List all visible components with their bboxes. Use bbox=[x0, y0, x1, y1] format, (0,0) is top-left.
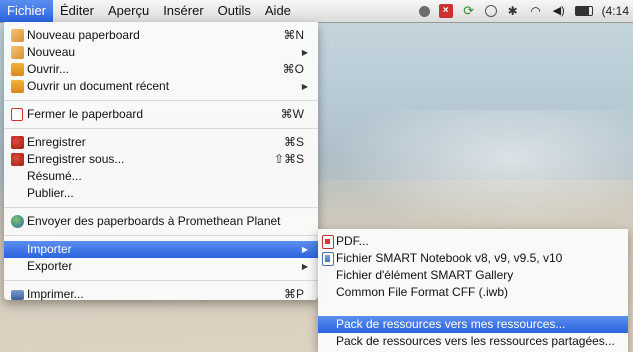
pdf-file-icon bbox=[322, 235, 334, 249]
submenu-item-smart-gallery[interactable]: Fichier d'élément SMART Gallery bbox=[318, 267, 628, 284]
menu-aide[interactable]: Aide bbox=[258, 0, 298, 22]
submenu-arrow-icon: ▶ bbox=[301, 48, 308, 57]
submenu-item-pack-shared-resources[interactable]: Pack de ressources vers les ressources p… bbox=[318, 333, 628, 350]
folder-icon bbox=[11, 80, 24, 93]
save-icon bbox=[11, 136, 24, 149]
volume-icon[interactable]: ◀︎) bbox=[552, 4, 566, 18]
menu-item-label: Envoyer des paperboards à Promethean Pla… bbox=[27, 214, 281, 228]
submenu-item-pdf[interactable]: PDF... bbox=[318, 233, 628, 250]
menu-item-label: Pack de ressources vers les ressources p… bbox=[336, 334, 615, 348]
menu-item-label: Pack de ressources vers mes ressources..… bbox=[336, 317, 566, 331]
menu-item-publish[interactable]: Publier... bbox=[4, 185, 318, 202]
menu-item-new-paperboard[interactable]: Nouveau paperboard ⌘N bbox=[4, 27, 318, 44]
status-area: × ⟳ ✱ ◠ ◀︎) (4:14 bbox=[418, 0, 633, 22]
menu-item-export[interactable]: Exporter ▶ bbox=[4, 258, 318, 275]
menu-item-label: Fichier SMART Notebook v8, v9, v9.5, v10 bbox=[336, 251, 563, 265]
wifi-icon[interactable]: ◠ bbox=[529, 4, 543, 18]
menu-item-print[interactable]: Imprimer... ⌘P bbox=[4, 286, 318, 303]
menu-outils[interactable]: Outils bbox=[211, 0, 258, 22]
paperboard-icon bbox=[11, 46, 24, 59]
menu-item-import[interactable]: Importer ▶ bbox=[4, 241, 318, 258]
desktop-wave bbox=[330, 110, 633, 230]
status-dot-icon[interactable] bbox=[418, 5, 430, 17]
submenu-item-cff[interactable]: Common File Format CFF (.iwb) bbox=[318, 284, 628, 301]
submenu-item-pack-my-resources[interactable]: Pack de ressources vers mes ressources..… bbox=[318, 316, 628, 333]
menu-item-open[interactable]: Ouvrir... ⌘O bbox=[4, 61, 318, 78]
folder-icon bbox=[11, 63, 24, 76]
menu-item-save-as[interactable]: Enregistrer sous... ⇧⌘S bbox=[4, 151, 318, 168]
shortcut-label: ⌘S bbox=[283, 135, 304, 149]
submenu-spacer bbox=[318, 301, 628, 316]
close-document-icon bbox=[11, 108, 23, 121]
shortcut-label: ⌘W bbox=[280, 107, 304, 121]
menu-separator bbox=[4, 128, 318, 129]
menu-item-save[interactable]: Enregistrer ⌘S bbox=[4, 134, 318, 151]
battery-icon[interactable] bbox=[574, 6, 593, 16]
save-icon bbox=[11, 153, 24, 166]
menu-item-label: Importer bbox=[27, 242, 72, 256]
menu-separator bbox=[4, 235, 318, 236]
menu-item-label: Common File Format CFF (.iwb) bbox=[336, 285, 509, 299]
printer-icon bbox=[11, 290, 24, 300]
paperboard-icon bbox=[11, 29, 24, 42]
submenu-arrow-icon: ▶ bbox=[301, 262, 308, 271]
submenu-arrow-icon: ▶ bbox=[301, 245, 308, 254]
menu-apercu[interactable]: Aperçu bbox=[101, 0, 156, 22]
menu-item-label: Fichier d'élément SMART Gallery bbox=[336, 268, 514, 282]
shortcut-label: ⌘N bbox=[283, 28, 304, 42]
menu-item-label: Enregistrer bbox=[27, 135, 86, 149]
bluetooth-icon[interactable]: ✱ bbox=[506, 4, 520, 18]
shortcut-label: ⌘P bbox=[283, 287, 304, 301]
menu-item-label: Ouvrir un document récent bbox=[27, 79, 170, 93]
menu-separator bbox=[4, 207, 318, 208]
globe-icon bbox=[11, 215, 24, 228]
menu-item-label: Exporter bbox=[27, 259, 73, 273]
submenu-arrow-icon: ▶ bbox=[301, 82, 308, 91]
menu-item-label: PDF... bbox=[336, 234, 369, 248]
menu-editer[interactable]: Éditer bbox=[53, 0, 101, 22]
menu-item-label: Résumé... bbox=[27, 169, 82, 183]
menu-separator bbox=[4, 280, 318, 281]
submenu-item-smart-notebook[interactable]: Fichier SMART Notebook v8, v9, v9.5, v10 bbox=[318, 250, 628, 267]
menu-item-label: Ouvrir... bbox=[27, 62, 70, 76]
time-machine-icon[interactable] bbox=[484, 5, 497, 17]
menu-item-label: Publier... bbox=[27, 186, 74, 200]
error-x-icon[interactable]: × bbox=[438, 4, 453, 18]
import-submenu: PDF... Fichier SMART Notebook v8, v9, v9… bbox=[318, 229, 628, 352]
menu-item-summary[interactable]: Résumé... bbox=[4, 168, 318, 185]
menu-item-send-planet[interactable]: Envoyer des paperboards à Promethean Pla… bbox=[4, 213, 318, 230]
menu-item-label: Imprimer... bbox=[27, 287, 84, 301]
file-menu: Nouveau paperboard ⌘N Nouveau ▶ Ouvrir..… bbox=[4, 22, 318, 303]
menu-item-label: Nouveau bbox=[27, 45, 76, 59]
shortcut-label: ⇧⌘S bbox=[273, 152, 304, 166]
menu-item-label: Enregistrer sous... bbox=[27, 152, 125, 166]
menu-item-label: Fermer le paperboard bbox=[27, 107, 144, 121]
menu-fichier[interactable]: Fichier bbox=[0, 0, 54, 22]
sync-icon[interactable]: ⟳ bbox=[462, 4, 476, 18]
menu-bar: Fichier Éditer Aperçu Insérer Outils Aid… bbox=[0, 0, 633, 23]
menu-item-open-recent[interactable]: Ouvrir un document récent ▶ bbox=[4, 78, 318, 95]
menu-item-new[interactable]: Nouveau ▶ bbox=[4, 44, 318, 61]
notebook-file-icon bbox=[322, 252, 334, 266]
menu-separator bbox=[4, 100, 318, 101]
menu-clock[interactable]: (4:14 bbox=[602, 4, 629, 18]
shortcut-label: ⌘O bbox=[282, 62, 304, 76]
menu-item-label: Nouveau paperboard bbox=[27, 28, 140, 42]
menu-inserer[interactable]: Insérer bbox=[156, 0, 210, 22]
menu-item-close[interactable]: Fermer le paperboard ⌘W bbox=[4, 106, 318, 123]
